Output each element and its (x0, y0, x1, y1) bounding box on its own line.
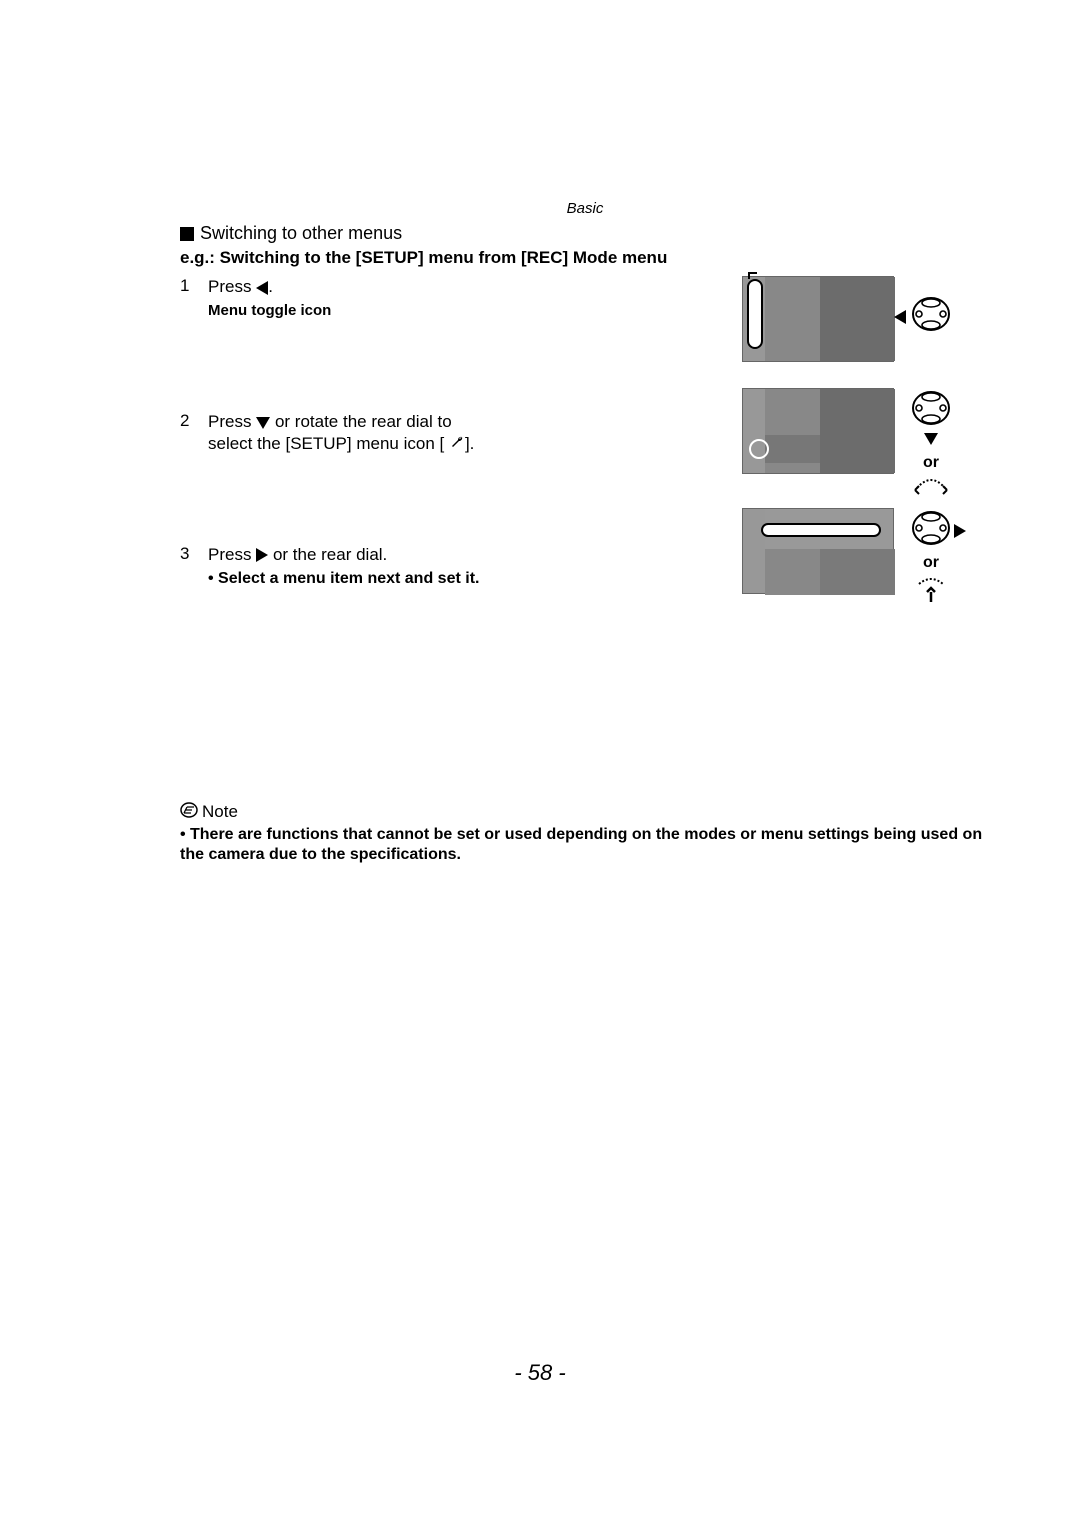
step-3: 3 Press or the rear dial. • Select a men… (180, 544, 570, 588)
steps-column: 1 Press . Menu toggle icon 2 Press or ro… (180, 276, 570, 588)
arrow-down-icon (256, 417, 270, 429)
or-label: or (908, 554, 954, 572)
menu-item-highlight (761, 523, 881, 537)
menu-toggle-label: Menu toggle icon (208, 302, 570, 319)
camera-screen-3 (742, 508, 894, 594)
d-pad-dial-icon (911, 294, 951, 334)
note-text: •There are functions that cannot be set … (180, 825, 990, 865)
manual-page: Basic Switching to other menus e.g.: Swi… (0, 0, 1080, 1230)
step2-press: Press (208, 412, 251, 431)
camera-screen-1 (742, 276, 894, 362)
dial-indicator-1 (908, 294, 954, 334)
camera-screen-2 (742, 388, 894, 474)
or-label: or (908, 454, 954, 472)
step1-press: Press (208, 277, 251, 296)
arrow-left-icon (256, 281, 268, 295)
period: . (268, 277, 273, 296)
rear-dial-press-icon (911, 576, 951, 604)
step2-line2a: select the [SETUP] menu icon [ (208, 434, 444, 453)
page-number: - 58 - (0, 1360, 1080, 1386)
menu-tab-highlight (747, 279, 763, 349)
step2-rest: or rotate the rear dial to (275, 412, 452, 431)
d-pad-dial-icon (911, 508, 951, 548)
step-number: 2 (180, 411, 208, 431)
tab-tick-icon (745, 271, 765, 281)
step3-rest: or the rear dial. (273, 545, 387, 564)
illustration-1 (742, 276, 954, 362)
step3-press: Press (208, 545, 251, 564)
arrow-left-icon (894, 308, 906, 326)
illustration-2: or (742, 388, 954, 500)
illustration-3: or (742, 508, 954, 604)
step-2: 2 Press or rotate the rear dial to selec… (180, 411, 570, 456)
step-1: 1 Press . Menu toggle icon (180, 276, 570, 319)
note-icon (180, 802, 198, 823)
setup-icon-highlight (749, 439, 769, 459)
step-number: 3 (180, 544, 208, 564)
example-line: e.g.: Switching to the [SETUP] menu from… (180, 248, 990, 268)
step-number: 1 (180, 276, 208, 296)
d-pad-dial-icon (911, 388, 951, 428)
note-heading: Note (180, 802, 990, 823)
step3-detail: • Select a menu item next and set it. (208, 570, 570, 588)
wrench-icon (449, 434, 465, 456)
dial-indicator-3: or (908, 508, 954, 604)
arrow-down-icon (924, 433, 938, 445)
note-label: Note (202, 802, 238, 821)
dial-indicator-2: or (908, 388, 954, 500)
step2-line2b: ]. (465, 434, 474, 453)
subheading-text: Switching to other menus (200, 223, 402, 243)
filled-square-icon (180, 227, 194, 241)
rear-dial-icon (911, 476, 951, 500)
note-block: Note •There are functions that cannot be… (180, 612, 990, 865)
subheading-row: Switching to other menus (180, 223, 990, 244)
arrow-right-icon (256, 548, 268, 562)
arrow-right-icon (954, 522, 966, 540)
section-header: Basic (180, 200, 990, 217)
